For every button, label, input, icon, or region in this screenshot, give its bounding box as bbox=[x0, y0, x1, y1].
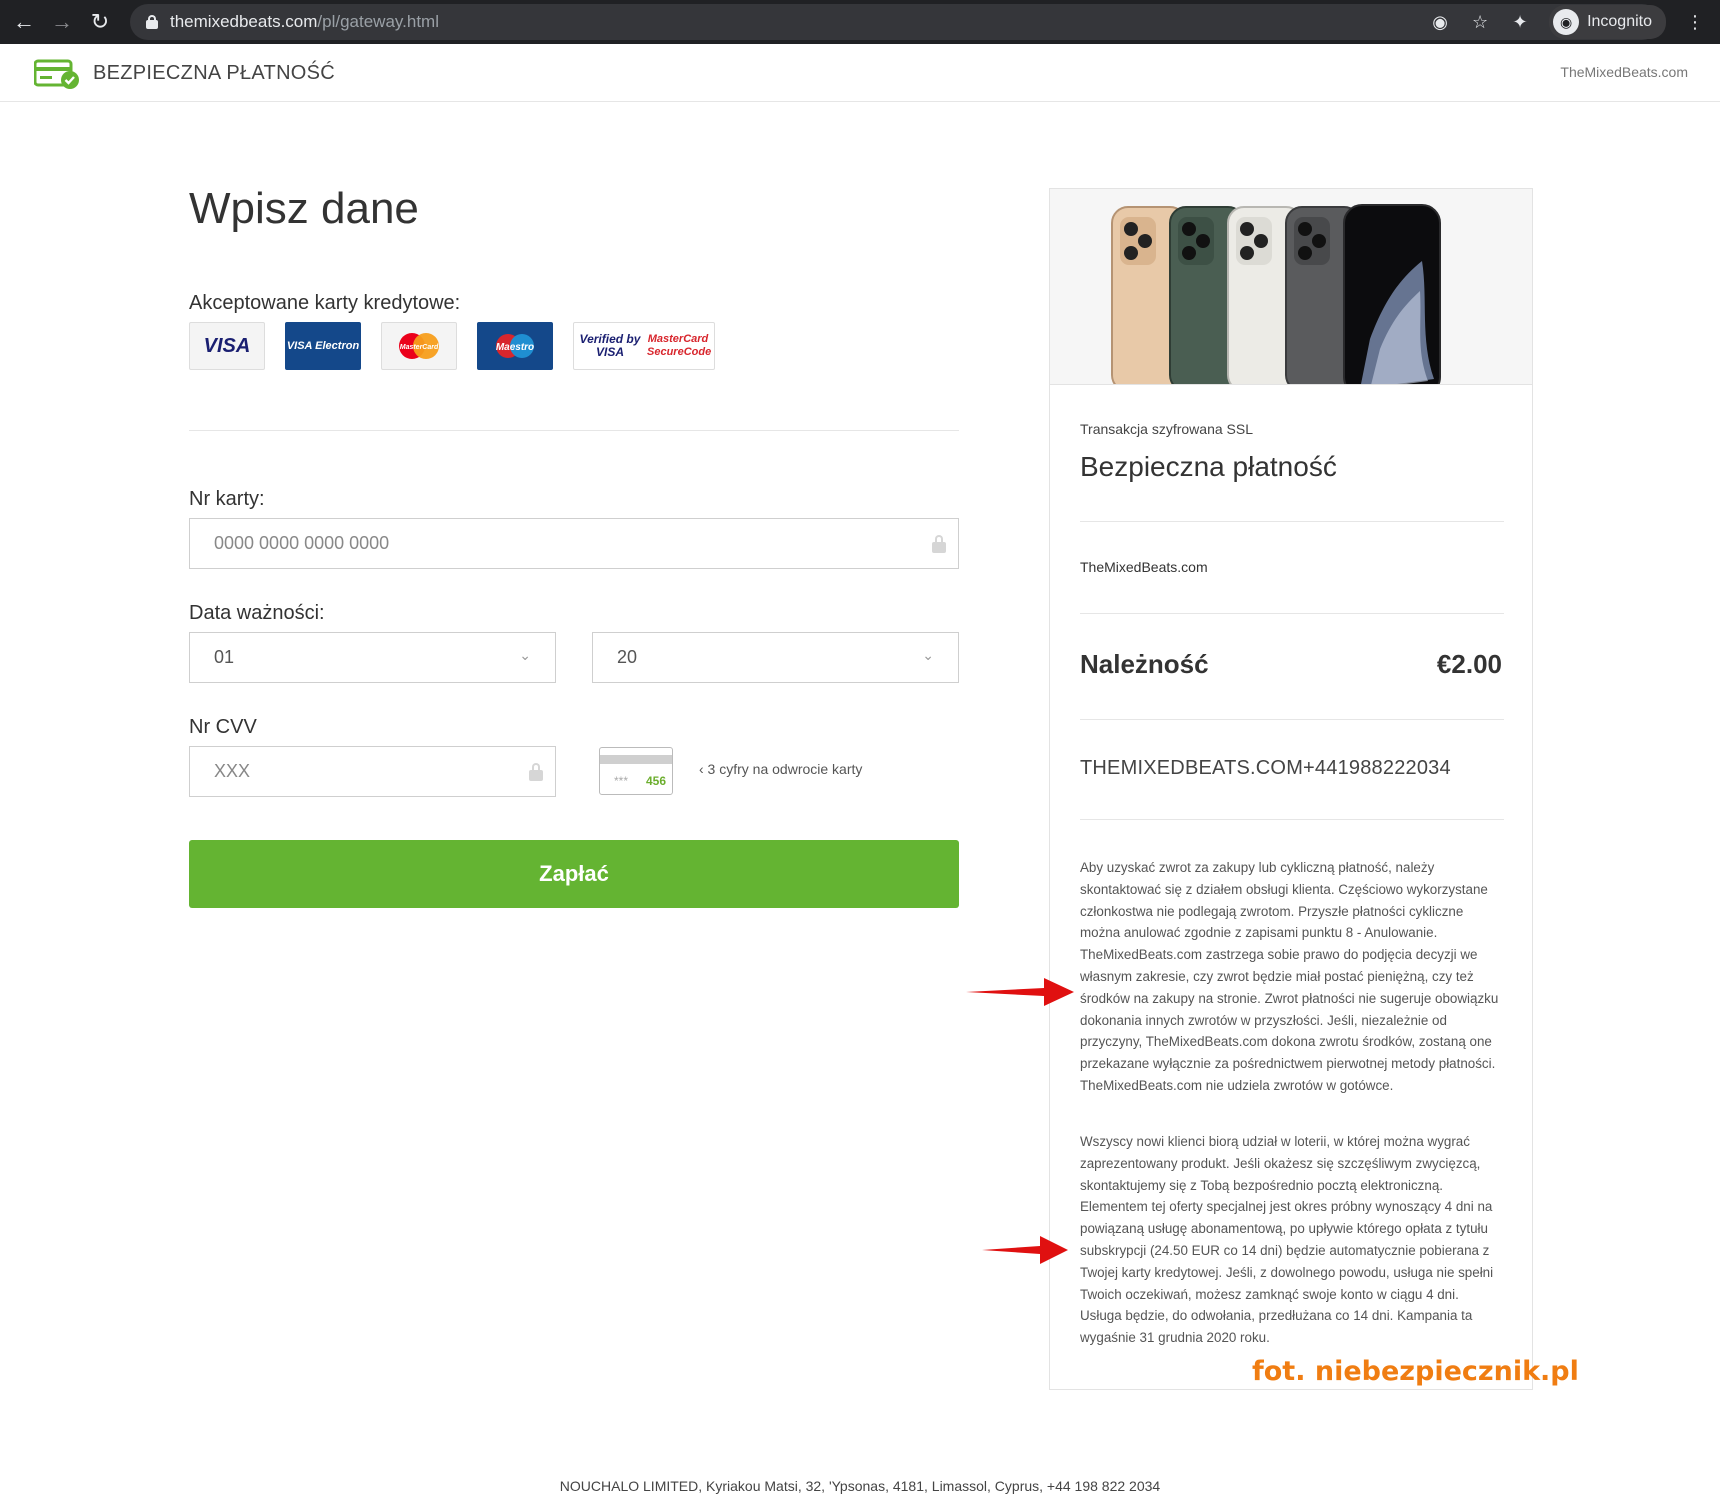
browser-toolbar: ← → ↻ themixedbeats.com/pl/gateway.html … bbox=[0, 0, 1720, 44]
reload-icon[interactable]: ↻ bbox=[86, 8, 114, 36]
svg-text:Maestro: Maestro bbox=[496, 342, 534, 353]
chevron-down-icon: ⌄ bbox=[922, 647, 934, 663]
ssl-label: Transakcja szyfrowana SSL bbox=[1080, 421, 1253, 437]
panel-divider bbox=[1080, 819, 1504, 820]
forward-icon[interactable]: → bbox=[48, 8, 76, 36]
expiry-month-select[interactable]: 01 ⌄ bbox=[189, 632, 556, 683]
page-title: Wpisz dane bbox=[189, 184, 419, 233]
accepted-cards-label: Akceptowane karty kredytowe: bbox=[189, 292, 461, 314]
refund-terms: Aby uzyskać zwrot za zakupy lub cykliczn… bbox=[1080, 860, 1499, 1093]
svg-text:MasterCard: MasterCard bbox=[400, 344, 439, 351]
verified-by-visa-securecode-logo: Verified by VISA MasterCard SecureCode bbox=[573, 322, 715, 370]
expiry-year-value: 20 bbox=[617, 647, 638, 667]
panel-divider bbox=[1080, 719, 1504, 720]
url-text[interactable]: themixedbeats.com/pl/gateway.html bbox=[170, 12, 439, 32]
card-number-field[interactable] bbox=[189, 518, 959, 569]
annotation-arrow-icon bbox=[982, 1236, 1068, 1264]
cvv-hint: ‹ 3 cyfry na odwrocie karty bbox=[699, 761, 863, 777]
site-header: BEZPIECZNA PŁATNOŚĆ TheMixedBeats.com bbox=[0, 44, 1720, 102]
pay-button[interactable]: Zapłać bbox=[189, 840, 959, 908]
profile-button[interactable]: ◉ Incognito bbox=[1549, 5, 1666, 39]
cvv-card-illustration-icon: *** 456 bbox=[599, 747, 673, 795]
maestro-logo: Maestro bbox=[477, 322, 553, 370]
header-title: BEZPIECZNA PŁATNOŚĆ bbox=[93, 62, 336, 84]
lock-icon bbox=[529, 763, 543, 781]
back-icon[interactable]: ← bbox=[10, 8, 38, 36]
expiry-year-select[interactable]: 20 ⌄ bbox=[592, 632, 959, 683]
chevron-down-icon: ⌄ bbox=[519, 647, 531, 663]
visa-logo: VISA bbox=[189, 322, 265, 370]
cvv-input[interactable] bbox=[214, 761, 487, 782]
merchant-name: TheMixedBeats.com bbox=[1080, 559, 1208, 575]
cvv-field[interactable] bbox=[189, 746, 556, 797]
panel-divider bbox=[1080, 521, 1504, 522]
eye-off-icon[interactable]: ◉ bbox=[1429, 12, 1451, 33]
cvv-label: Nr CVV bbox=[189, 716, 257, 738]
header-site-link[interactable]: TheMixedBeats.com bbox=[1560, 64, 1688, 80]
visa-electron-logo: VISA Electron bbox=[285, 322, 361, 370]
toolbar-actions: ◉ ☆ ✦ ◉ Incognito ⋮ bbox=[1429, 4, 1706, 40]
card-number-input[interactable] bbox=[214, 533, 810, 554]
expiry-label: Data ważności: bbox=[189, 602, 325, 624]
billing-descriptor: THEMIXEDBEATS.COM+441988222034 bbox=[1080, 757, 1451, 779]
accepted-cards: VISA VISA Electron MasterCard Maestro Ve… bbox=[189, 322, 715, 370]
profile-label: Incognito bbox=[1587, 13, 1652, 30]
card-number-label: Nr karty: bbox=[189, 488, 265, 510]
lock-icon bbox=[932, 535, 946, 553]
product-image bbox=[1050, 189, 1532, 385]
star-icon[interactable]: ☆ bbox=[1469, 12, 1491, 33]
secure-payment-logo-icon bbox=[34, 59, 79, 89]
menu-icon[interactable]: ⋮ bbox=[1684, 12, 1706, 33]
lock-icon bbox=[146, 15, 158, 29]
mastercard-logo: MasterCard bbox=[381, 322, 457, 370]
amount-value: €2.00 bbox=[1436, 649, 1502, 679]
expiry-month-value: 01 bbox=[214, 647, 235, 667]
photo-credit-watermark: fot. niebezpiecznik.pl bbox=[1252, 1356, 1579, 1387]
annotation-arrow-icon bbox=[966, 978, 1074, 1006]
incognito-icon: ◉ bbox=[1553, 9, 1580, 35]
panel-divider bbox=[1080, 613, 1504, 614]
order-summary-panel: Transakcja szyfrowana SSL Bezpieczna pła… bbox=[1049, 188, 1533, 1390]
form-divider bbox=[189, 430, 959, 431]
extensions-icon[interactable]: ✦ bbox=[1509, 12, 1531, 33]
footer-company-info: NOUCHALO LIMITED, Kyriakou Matsi, 32, 'Y… bbox=[559, 1478, 1161, 1494]
panel-title: Bezpieczna płatność bbox=[1080, 451, 1337, 482]
subscription-terms: Wszyscy nowi klienci biorą udział w lote… bbox=[1080, 1134, 1494, 1346]
